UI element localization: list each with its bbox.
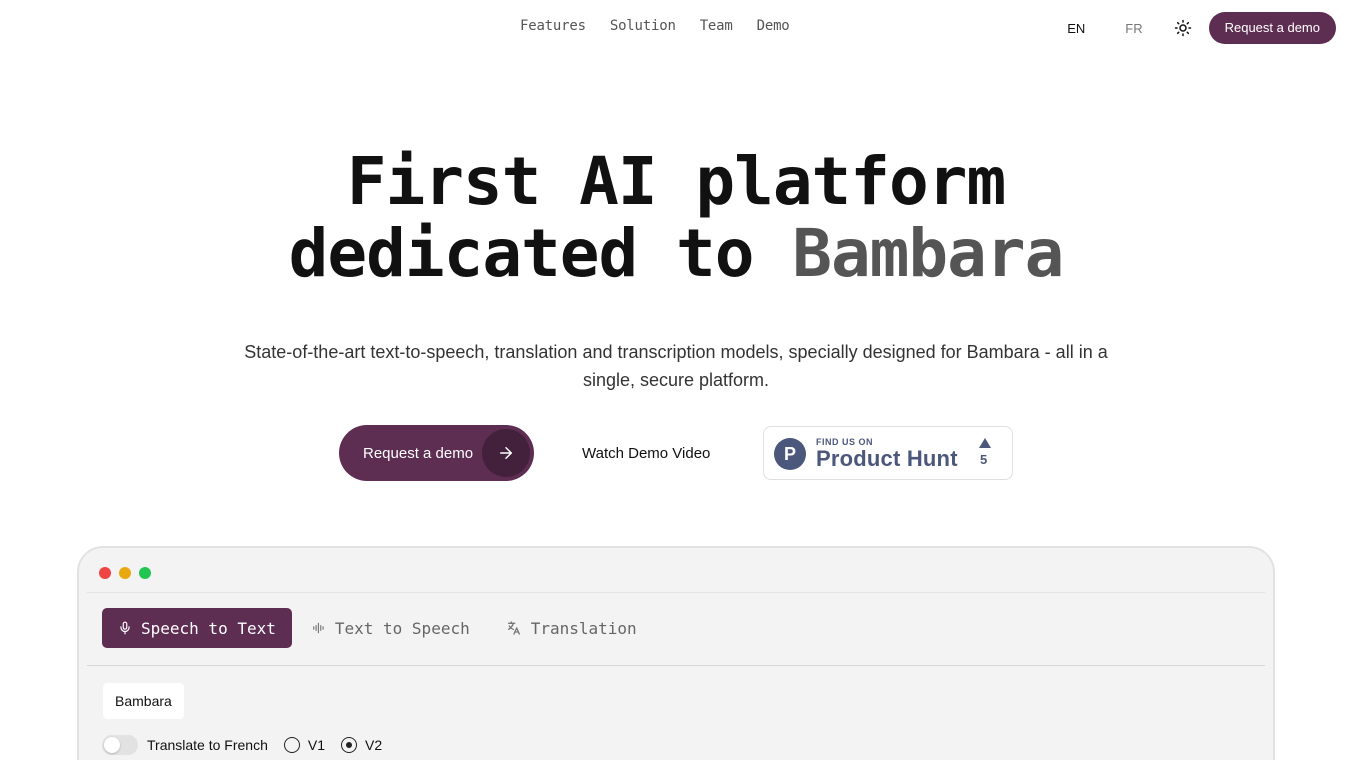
lang-fr-button[interactable]: FR: [1115, 15, 1152, 42]
options-row: Translate to French V1 V2: [102, 735, 398, 755]
tab-translation-label: Translation: [530, 618, 637, 638]
waveform-icon: [313, 622, 324, 634]
demo-window: Speech to Text Text to Speech Translatio…: [77, 546, 1275, 760]
product-hunt-logo: P: [774, 438, 806, 470]
hero-title-highlight: Bambara: [792, 215, 1064, 292]
minimize-dot-icon: [119, 567, 131, 579]
close-dot-icon: [99, 567, 111, 579]
product-hunt-upvote-count: 5: [980, 452, 988, 467]
radio-v2[interactable]: [341, 737, 357, 753]
microphone-icon: [120, 621, 130, 635]
translate-icon: [507, 621, 520, 635]
tab-text-to-speech-label: Text to Speech: [334, 618, 470, 638]
sun-icon[interactable]: [1171, 16, 1195, 40]
hero-subtitle: State-of-the-art text-to-speech, transla…: [244, 342, 1108, 390]
hero-title-line2a: dedicated to: [288, 215, 793, 292]
nav-actions: EN FR Request a demo: [1057, 12, 1336, 44]
nav-links: Features Solution Team Demo: [520, 18, 790, 34]
translate-toggle-label: Translate to French: [147, 737, 268, 753]
maximize-dot-icon: [139, 567, 151, 579]
hero-title: First AI platform dedicated to Bambara: [0, 146, 1352, 290]
product-hunt-name: Product Hunt: [816, 446, 958, 471]
request-demo-label: Request a demo: [363, 444, 474, 462]
product-hunt-badge[interactable]: P FIND US ON Product Hunt 5: [763, 426, 1013, 480]
lang-en-button[interactable]: EN: [1057, 15, 1095, 42]
arrow-right-icon: [482, 429, 530, 477]
radio-v2-label: V2: [365, 737, 383, 753]
window-divider: [87, 592, 1265, 593]
nav-link-team[interactable]: Team: [700, 18, 733, 34]
tab-text-to-speech[interactable]: Text to Speech: [296, 608, 486, 648]
cta-row: Request a demo Watch Demo Video P FIND U…: [339, 425, 1013, 481]
tabs-divider: [87, 665, 1265, 666]
request-demo-button[interactable]: Request a demo: [339, 425, 534, 481]
tab-speech-to-text-label: Speech to Text: [141, 618, 276, 638]
radio-v1[interactable]: [283, 737, 300, 753]
demo-tabs: Speech to Text Text to Speech Translatio…: [102, 608, 657, 648]
tab-translation[interactable]: Translation: [490, 608, 653, 648]
upvote-triangle-icon: [979, 438, 991, 448]
nav-link-solution[interactable]: Solution: [610, 18, 676, 34]
nav-link-features[interactable]: Features: [520, 18, 586, 34]
hero-title-line1: First AI platform: [346, 143, 1007, 220]
request-demo-nav-button[interactable]: Request a demo: [1208, 12, 1336, 44]
watch-demo-video-link[interactable]: Watch Demo Video: [582, 445, 710, 462]
language-select[interactable]: Bambara: [103, 683, 184, 719]
window-controls: [99, 567, 151, 579]
radio-v1-label: V1: [307, 737, 325, 753]
nav-link-demo[interactable]: Demo: [757, 18, 790, 34]
top-nav: Features Solution Team Demo EN FR Reques…: [0, 0, 1352, 56]
translate-toggle[interactable]: [102, 735, 138, 755]
tab-speech-to-text[interactable]: Speech to Text: [102, 608, 292, 648]
